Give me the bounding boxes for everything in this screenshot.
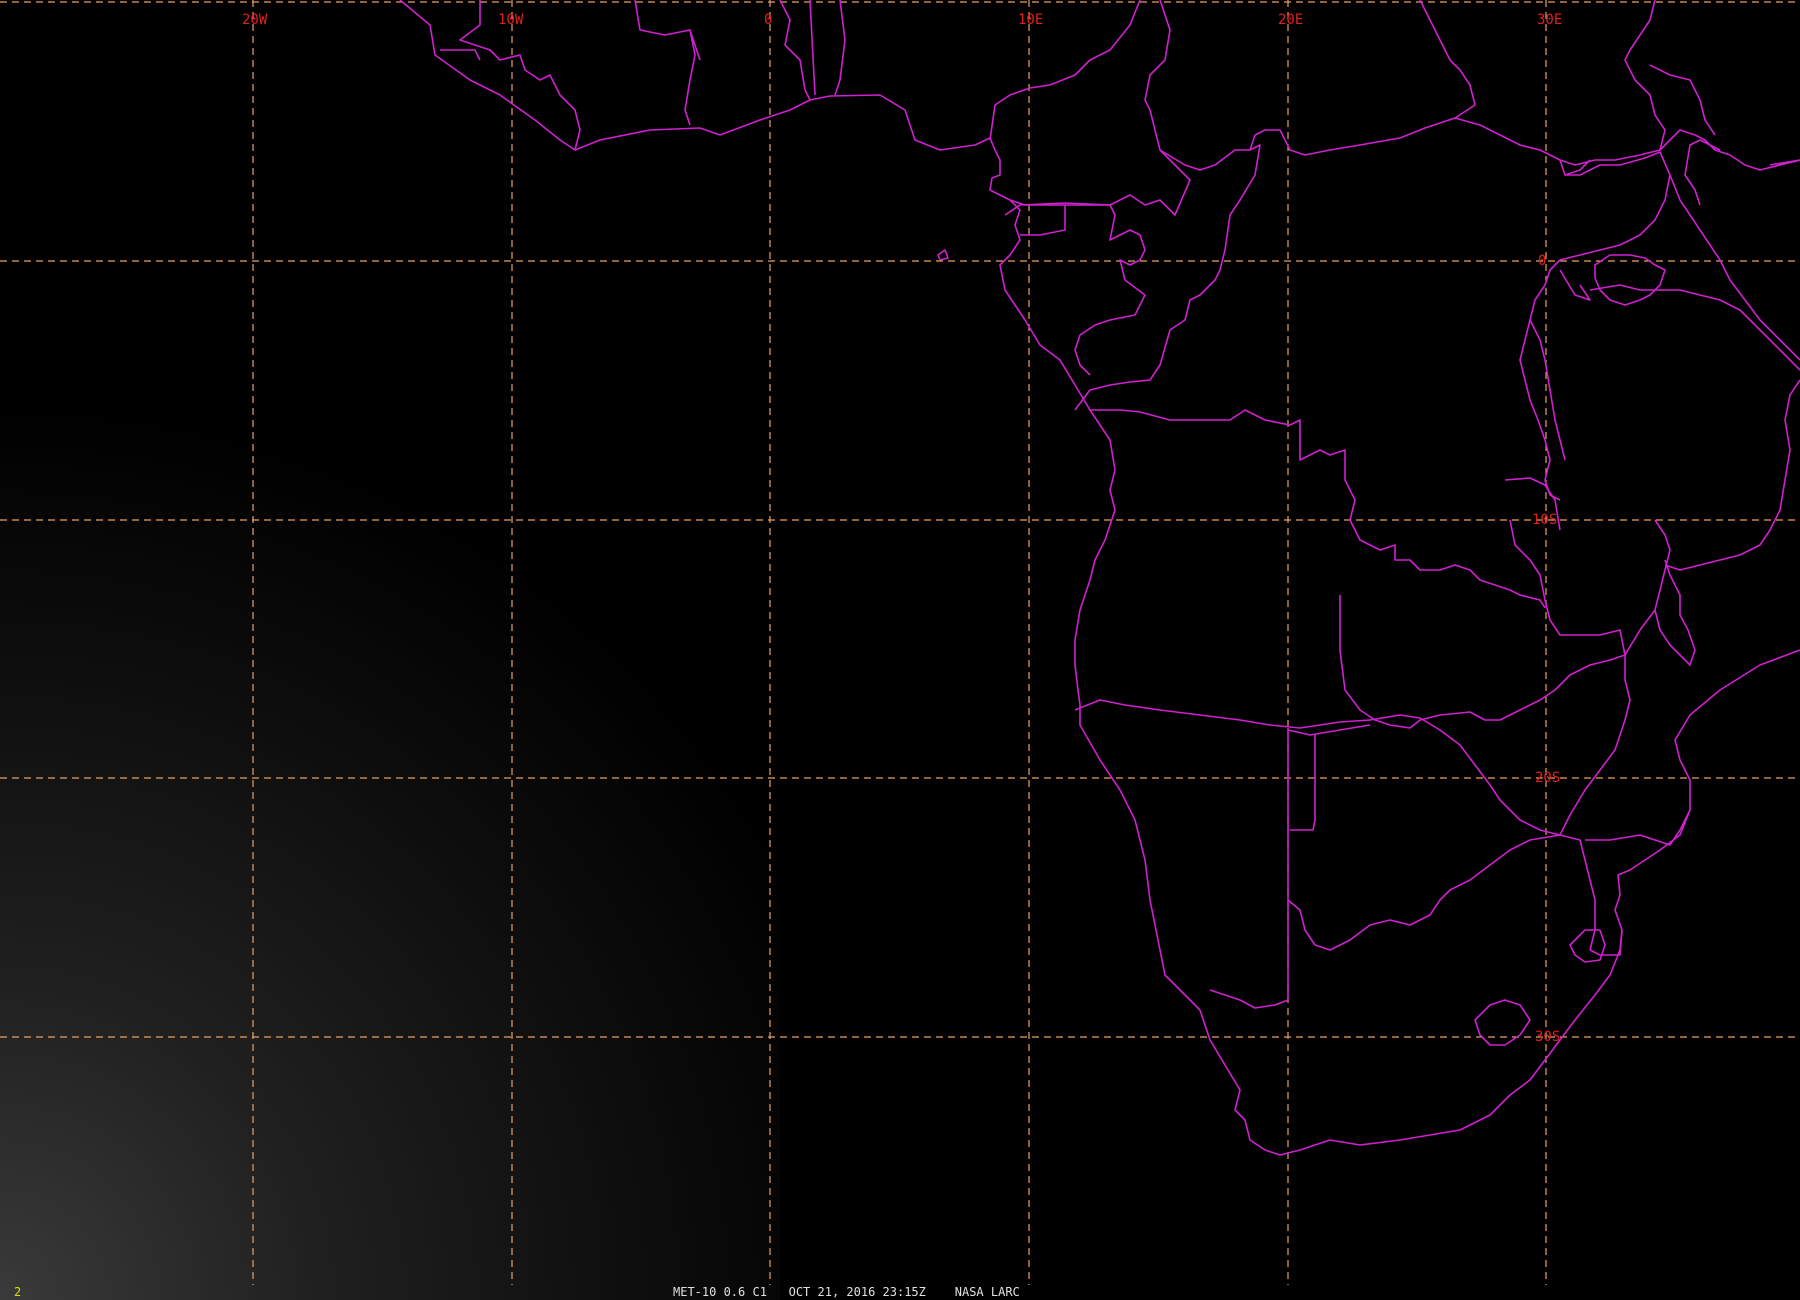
latitude-label-20s: 20S xyxy=(1535,770,1560,786)
latitude-label-0: 0 xyxy=(1538,253,1546,269)
map-canvas: 20W 10W 0 10E 20E 30E 0 10S 20S 30S xyxy=(0,0,1800,1300)
longitude-label-10w: 10W xyxy=(498,12,524,28)
latitude-label-10s: 10S xyxy=(1532,512,1557,528)
terminator-glow xyxy=(0,350,780,1300)
status-bar: 2 MET-10 0.6 C1 OCT 21, 2016 23:15Z NASA… xyxy=(0,1285,1800,1300)
satellite-map: 20W 10W 0 10E 20E 30E 0 10S 20S 30S 2 ME… xyxy=(0,0,1800,1300)
longitude-label-20e: 20E xyxy=(1278,12,1303,28)
longitude-label-20w: 20W xyxy=(242,12,268,28)
latitude-label-30s: 30S xyxy=(1535,1029,1560,1045)
image-caption: MET-10 0.6 C1 OCT 21, 2016 23:15Z NASA L… xyxy=(673,1285,1020,1299)
longitude-label-30e: 30E xyxy=(1537,12,1562,28)
longitude-label-0: 0 xyxy=(764,12,772,28)
longitude-label-10e: 10E xyxy=(1018,12,1043,28)
frame-number: 2 xyxy=(14,1285,22,1299)
